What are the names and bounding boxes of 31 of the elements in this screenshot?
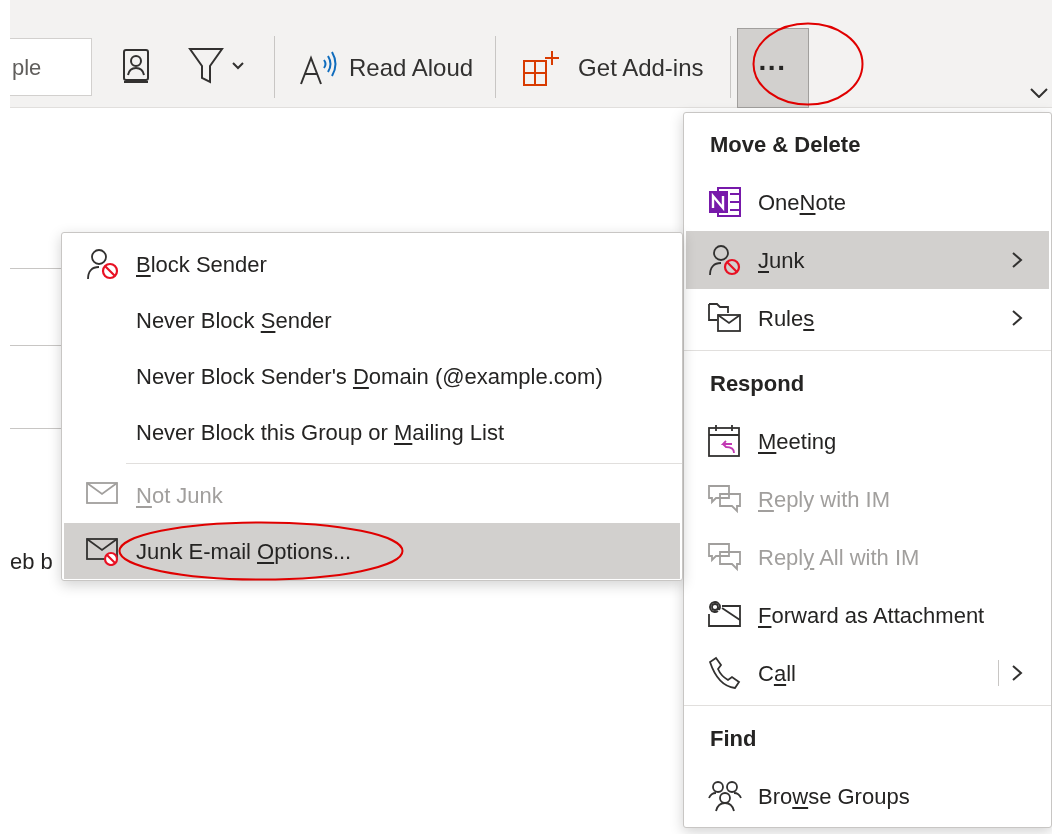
menu-section-header: Move & Delete [709, 130, 862, 159]
chat-bubbles-icon [708, 542, 742, 572]
contact-card-icon[interactable] [122, 48, 150, 84]
filter-icon [188, 46, 224, 86]
blocked-envelope-icon [86, 536, 120, 566]
calendar-icon [708, 424, 742, 458]
blocked-person-icon [86, 247, 120, 281]
chevron-down-icon [232, 62, 244, 70]
onenote-icon [708, 186, 742, 218]
menu-section-header: Respond [709, 369, 806, 398]
chevron-right-icon [1011, 664, 1023, 682]
envelope-at-icon [708, 600, 742, 630]
add-ins-icon [522, 49, 561, 87]
menu-section-header: Find [709, 724, 758, 753]
search-field[interactable]: ple [10, 38, 92, 96]
blocked-person-icon [708, 243, 742, 277]
chevron-right-icon [1011, 251, 1023, 269]
menu-item[interactable]: Junk [686, 231, 1049, 289]
more-options-button[interactable]: ··· [736, 28, 809, 108]
filter-button[interactable] [188, 46, 244, 86]
menu-item[interactable]: Junk E-mail Options... [64, 523, 680, 579]
phone-icon [708, 656, 742, 690]
folder-envelope-icon [708, 302, 742, 334]
group-icon [708, 780, 742, 812]
chevron-down-icon[interactable] [1030, 88, 1048, 98]
message-preview-text: eb b [10, 548, 53, 576]
chevron-right-icon [1011, 309, 1023, 327]
chat-bubbles-icon [708, 484, 742, 514]
read-aloud-button[interactable]: Read Aloud [299, 44, 474, 92]
read-aloud-icon [299, 50, 339, 86]
get-add-ins-button[interactable]: Get Add-ins [522, 44, 704, 92]
